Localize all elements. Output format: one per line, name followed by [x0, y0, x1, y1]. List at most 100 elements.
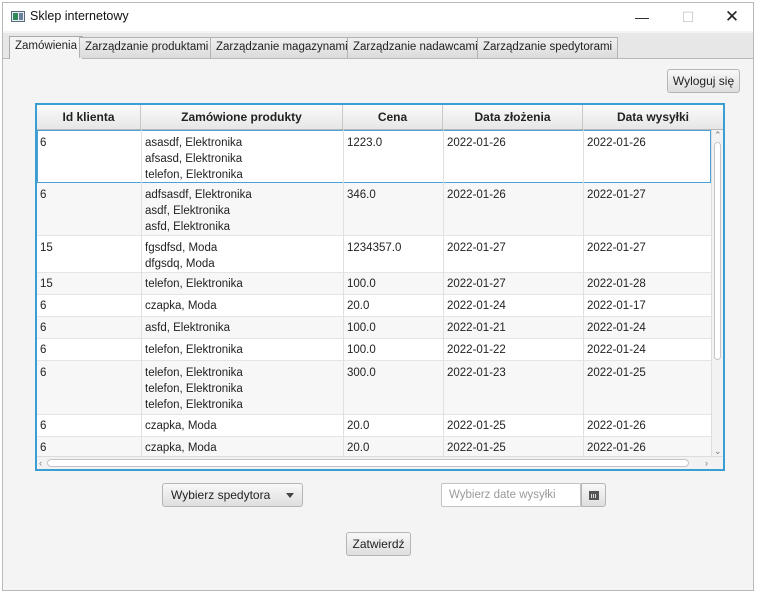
vertical-scroll-thumb[interactable] [714, 142, 721, 360]
column-divider [583, 130, 584, 456]
cell-order-date: 2022-01-23 [447, 367, 506, 379]
column-header-client-id[interactable]: Id klienta [37, 105, 141, 129]
cell-client-id: 6 [40, 344, 47, 356]
scroll-left-icon[interactable]: ‹ [39, 458, 42, 468]
column-divider [343, 130, 344, 456]
chevron-down-icon [286, 493, 294, 498]
cell-ship-date: 2022-01-26 [587, 442, 646, 454]
cell-ship-date: 2022-01-24 [587, 344, 646, 356]
app-window-icon [11, 11, 25, 22]
tab-senders[interactable]: Zarządzanie nadawcami [347, 37, 484, 58]
cell-products: asasdf, Elektronika afsasd, Elektronika … [145, 137, 243, 181]
cell-products: czapka, Moda [145, 442, 217, 454]
tab-orders[interactable]: Zamówienia [9, 36, 83, 59]
cell-products: telefon, Elektronika [145, 278, 243, 290]
cell-price: 346.0 [347, 189, 376, 201]
cell-products: asfd, Elektronika [145, 322, 231, 334]
cell-ship-date: 2022-01-26 [587, 420, 646, 432]
cell-client-id: 6 [40, 137, 47, 149]
cell-order-date: 2022-01-26 [447, 137, 506, 149]
cell-client-id: 6 [40, 189, 47, 201]
table-row[interactable]: 15 fgsdfsd, Moda dfgsdq, Moda 1234357.0 … [37, 236, 711, 273]
cell-price: 1234357.0 [347, 242, 402, 254]
cell-client-id: 6 [40, 322, 47, 334]
cell-order-date: 2022-01-26 [447, 189, 506, 201]
cell-price: 100.0 [347, 344, 376, 356]
shipper-select[interactable]: Wybierz spedytora [162, 483, 303, 507]
shipper-select-label: Wybierz spedytora [171, 488, 271, 502]
column-header-products[interactable]: Zamówione produkty [141, 105, 343, 129]
cell-client-id: 6 [40, 300, 47, 312]
cell-ship-date: 2022-01-27 [587, 189, 646, 201]
table-header: Id klienta Zamówione produkty Cena Data … [37, 105, 723, 130]
cell-price: 300.0 [347, 367, 376, 379]
close-button[interactable]: ✕ [710, 3, 754, 31]
cell-order-date: 2022-01-21 [447, 322, 506, 334]
horizontal-scrollbar[interactable]: ‹ › [37, 456, 723, 469]
maximize-button[interactable]: ☐ [666, 3, 710, 31]
table-row[interactable]: 6 telefon, Elektronika telefon, Elektron… [37, 361, 711, 415]
cell-client-id: 6 [40, 420, 47, 432]
table-row[interactable]: 6 asasdf, Elektronika afsasd, Elektronik… [37, 130, 711, 183]
tab-products[interactable]: Zarządzanie produktami [79, 37, 215, 58]
vertical-scrollbar[interactable]: ⌃ ⌄ [711, 130, 723, 456]
tab-shippers[interactable]: Zarządzanie spedytorami [477, 37, 619, 58]
table-row[interactable]: 6 czapka, Moda 20.0 2022-01-25 2022-01-2… [37, 415, 711, 437]
cell-ship-date: 2022-01-26 [587, 137, 646, 149]
column-divider [141, 130, 142, 456]
column-header-price[interactable]: Cena [343, 105, 443, 129]
cell-order-date: 2022-01-27 [447, 242, 506, 254]
logout-button[interactable]: Wyloguj się [667, 69, 740, 93]
cell-client-id: 6 [40, 442, 47, 454]
table-row[interactable]: 6 adfsasdf, Elektronika asdf, Elektronik… [37, 183, 711, 236]
calendar-icon [589, 491, 599, 500]
cell-client-id: 6 [40, 367, 47, 379]
minimize-button[interactable]: — [620, 3, 664, 31]
cell-ship-date: 2022-01-17 [587, 300, 646, 312]
table-row[interactable]: 6 czapka, Moda 20.0 2022-01-24 2022-01-1… [37, 295, 711, 317]
window-title: Sklep internetowy [30, 9, 129, 23]
column-header-ship-date[interactable]: Data wysyłki [583, 105, 723, 129]
cell-products: telefon, Elektronika telefon, Elektronik… [145, 367, 243, 411]
column-divider [443, 130, 444, 456]
cell-ship-date: 2022-01-27 [587, 242, 646, 254]
cell-order-date: 2022-01-25 [447, 420, 506, 432]
table-body: 6 asasdf, Elektronika afsasd, Elektronik… [37, 130, 711, 456]
cell-price: 20.0 [347, 420, 370, 432]
cell-products: fgsdfsd, Moda dfgsdq, Moda [145, 242, 218, 270]
cell-ship-date: 2022-01-24 [587, 322, 646, 334]
title-bar: Sklep internetowy — ☐ ✕ [3, 3, 753, 31]
orders-table[interactable]: Id klienta Zamówione produkty Cena Data … [35, 103, 725, 471]
tab-bar: Zamówienia Zarządzanie produktami Zarząd… [3, 33, 753, 59]
cell-products: telefon, Elektronika [145, 344, 243, 356]
cell-price: 1223.0 [347, 137, 383, 149]
table-row[interactable]: 6 asfd, Elektronika 100.0 2022-01-21 202… [37, 317, 711, 339]
cell-order-date: 2022-01-24 [447, 300, 506, 312]
ship-date-input[interactable]: Wybierz date wysyłki [441, 483, 581, 507]
cell-price: 100.0 [347, 278, 376, 290]
scroll-up-icon[interactable]: ⌃ [714, 130, 722, 140]
scroll-right-icon[interactable]: › [705, 458, 708, 468]
cell-order-date: 2022-01-25 [447, 442, 506, 454]
cell-order-date: 2022-01-27 [447, 278, 506, 290]
cell-products: czapka, Moda [145, 420, 217, 432]
scroll-down-icon[interactable]: ⌄ [714, 446, 722, 456]
table-row[interactable]: 6 czapka, Moda 20.0 2022-01-25 2022-01-2… [37, 437, 711, 456]
table-row[interactable]: 6 telefon, Elektronika 100.0 2022-01-22 … [37, 339, 711, 361]
cell-price: 20.0 [347, 300, 370, 312]
column-header-order-date[interactable]: Data złożenia [443, 105, 583, 129]
horizontal-scroll-thumb[interactable] [47, 459, 689, 467]
cell-client-id: 15 [40, 278, 53, 290]
tab-warehouses[interactable]: Zarządzanie magazynami [210, 37, 354, 58]
date-picker-button[interactable] [581, 483, 606, 507]
table-row[interactable]: 15 telefon, Elektronika 100.0 2022-01-27… [37, 273, 711, 295]
cell-ship-date: 2022-01-25 [587, 367, 646, 379]
cell-products: czapka, Moda [145, 300, 217, 312]
confirm-button[interactable]: Zatwierdź [346, 532, 411, 556]
cell-price: 20.0 [347, 442, 370, 454]
cell-price: 100.0 [347, 322, 376, 334]
cell-products: adfsasdf, Elektronika asdf, Elektronika … [145, 189, 252, 233]
cell-order-date: 2022-01-22 [447, 344, 506, 356]
cell-ship-date: 2022-01-28 [587, 278, 646, 290]
cell-client-id: 15 [40, 242, 53, 254]
